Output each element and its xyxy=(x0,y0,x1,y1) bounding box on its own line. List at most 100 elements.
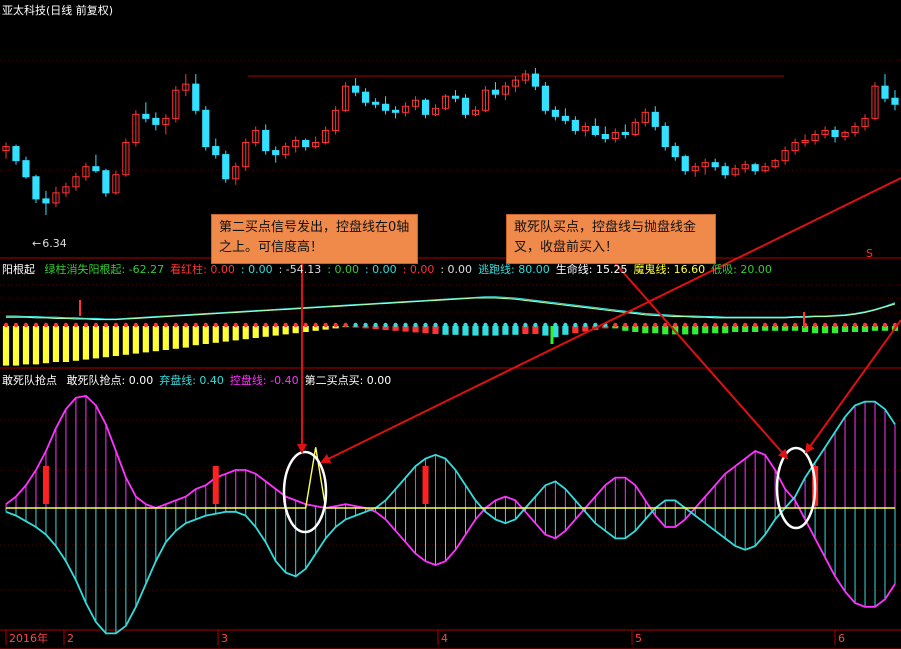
indicator1-dot xyxy=(563,322,568,328)
indicator1-bar xyxy=(32,326,40,365)
indicator1-dot xyxy=(812,322,818,328)
indicator1-dot xyxy=(513,322,518,328)
indicator1-dot xyxy=(253,322,258,328)
indicator1-dot xyxy=(303,322,308,328)
x-tick-label: 6 xyxy=(838,632,845,645)
indicator1-dot xyxy=(703,322,708,328)
indicator1-item-11: 低吸: 20.00 xyxy=(711,263,772,276)
indicator1-dot xyxy=(263,322,268,328)
indicator1-dot xyxy=(653,322,658,328)
indicator1-dot xyxy=(772,322,778,328)
candle-body xyxy=(381,103,390,111)
indicator1-bar xyxy=(502,326,509,335)
indicator1-bar xyxy=(42,326,50,364)
indicator1-dot xyxy=(3,322,9,328)
indicator1-bar xyxy=(682,326,689,335)
indicator1-dot xyxy=(233,322,238,328)
x-axis: 2016年 2 3 4 5 6 xyxy=(5,630,845,645)
candle-body xyxy=(831,129,839,137)
indicator1-dot xyxy=(403,322,408,328)
candle-body xyxy=(32,176,40,200)
indicator1-dot xyxy=(363,322,368,328)
candle-body xyxy=(371,101,380,105)
indicator1-dot xyxy=(713,322,718,328)
indicator1-item-8: 逃跑线: 80.00 xyxy=(478,263,550,276)
indicator1-item-5: : 0.00 xyxy=(364,263,397,276)
indicator1-bar xyxy=(152,326,159,352)
indicator1-bar xyxy=(452,326,459,335)
indicator1-item-7: : 0.00 xyxy=(440,263,473,276)
indicator1-dot xyxy=(343,322,348,328)
indicator1-dot xyxy=(762,322,768,328)
indicator1-dot xyxy=(13,322,19,328)
buy-signal-bar xyxy=(212,466,219,504)
indicator1-dot xyxy=(333,322,338,328)
indicator1-dot xyxy=(623,322,628,328)
indicator1-dot xyxy=(133,322,139,328)
indicator1-bar xyxy=(432,326,439,334)
indicator1-dot xyxy=(473,322,478,328)
candle-body xyxy=(451,95,460,99)
candle-body xyxy=(681,156,689,172)
indicator1-bar xyxy=(692,326,699,335)
indicator1-dot xyxy=(43,322,49,328)
indicator1-dot xyxy=(453,322,458,328)
annotation-arrow xyxy=(613,261,789,460)
indicator1-dot xyxy=(123,322,129,328)
grid-lines xyxy=(0,59,901,649)
indicator1-bar xyxy=(92,326,99,359)
indicator2-name: 敢死队抢点 xyxy=(2,374,57,387)
indicator1-bar xyxy=(282,326,289,335)
indicator1-dot xyxy=(33,322,39,328)
candle-body xyxy=(222,154,230,180)
indicator1-dot xyxy=(433,322,438,328)
buy-signal-bar xyxy=(422,466,429,504)
indicator1-dot xyxy=(73,322,79,328)
candle-body xyxy=(751,164,759,172)
indicator1-item-6: : 0.00 xyxy=(402,263,435,276)
candle-body xyxy=(102,170,110,194)
candle-body xyxy=(262,129,270,152)
x-tick-label: 2016年 xyxy=(9,631,48,645)
annotation-arrow xyxy=(804,319,901,454)
indicator1-bar xyxy=(202,326,209,344)
indicator1-bar xyxy=(222,326,229,342)
indicator1-dot xyxy=(103,322,109,328)
indicator1-dot xyxy=(313,322,318,328)
candle-body xyxy=(152,117,160,125)
candle-body xyxy=(142,113,150,119)
indicator1-dot xyxy=(143,322,149,328)
indicator1-dot xyxy=(443,322,448,328)
indicator1-bar xyxy=(562,326,569,335)
indicator1-dot xyxy=(583,322,588,328)
candle-body xyxy=(22,160,30,178)
indicator1-dot xyxy=(523,322,528,328)
highlight-circle xyxy=(282,450,328,534)
indicator2-panel xyxy=(5,394,896,635)
indicator1-bar xyxy=(62,326,70,362)
indicator1-bar xyxy=(132,326,139,354)
abandon-line xyxy=(5,400,896,635)
indicator2-item-3: 第二买点买: 0.00 xyxy=(304,374,392,387)
indicator2-item-1: 弃盘线: 0.40 xyxy=(159,374,224,387)
indicator1-dot xyxy=(782,322,788,328)
indicator1-dot xyxy=(852,322,858,328)
candle-body xyxy=(42,198,50,204)
candle-body xyxy=(671,146,679,158)
indicator1-dot xyxy=(643,322,648,328)
indicator1-bar xyxy=(542,326,549,336)
candle-body xyxy=(651,111,659,127)
indicator1-bar xyxy=(232,326,239,341)
indicator1-dot xyxy=(533,322,538,328)
indicator1-item-1: 看红柱: 0.00 xyxy=(170,263,235,276)
indicator1-bar xyxy=(532,326,539,334)
indicator2-item-2: 控盘线: -0.40 xyxy=(229,374,299,387)
highlight-circle xyxy=(775,446,817,530)
indicator1-dot xyxy=(493,322,498,328)
candle-body xyxy=(541,85,549,111)
indicator1-panel xyxy=(2,296,899,366)
indicator1-dot xyxy=(613,322,618,328)
indicator1-dot xyxy=(23,322,29,328)
annotation-dare-team-buy-text: 敢死队买点，控盘线与抛盘线金叉，收盘前买入！ xyxy=(514,220,697,255)
indicator1-dot xyxy=(553,322,558,328)
